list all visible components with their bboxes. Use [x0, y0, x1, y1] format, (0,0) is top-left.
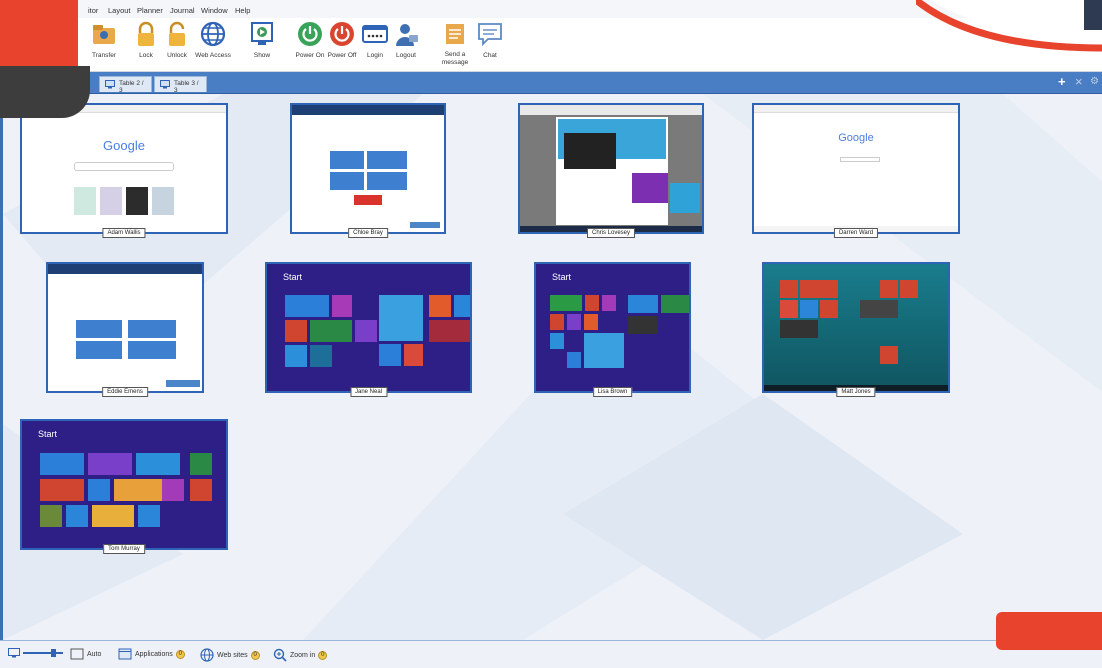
- power-off-icon: [330, 22, 354, 46]
- zoom-count-badge: 0: [318, 650, 328, 660]
- student-thumbnail-darren-ward[interactable]: Google Darren Ward: [752, 103, 960, 238]
- student-name: Matt Jones: [836, 387, 876, 397]
- tab-table-3[interactable]: Table 3 / 3: [154, 76, 207, 94]
- show-screen-icon: [251, 22, 273, 45]
- add-tab-icon[interactable]: +: [1058, 75, 1066, 89]
- globe-icon: [200, 21, 226, 47]
- student-thumbnail-lisa-brown[interactable]: Start Lisa Brown: [534, 262, 691, 397]
- auto-button[interactable]: Auto: [70, 648, 101, 660]
- menu-layout[interactable]: Layout: [108, 6, 131, 15]
- web-access-button[interactable]: Web Access: [193, 20, 233, 60]
- send-message-button[interactable]: Send a message: [435, 20, 475, 67]
- decorative-dark-block: [0, 66, 90, 118]
- login-icon: [362, 25, 388, 43]
- student-name: Lisa Brown: [592, 387, 633, 397]
- student-thumbnail-chris-lovesey[interactable]: Chris Lovesey: [518, 103, 704, 238]
- fit-screen-icon: [70, 648, 84, 660]
- monitor-icon: [105, 80, 115, 89]
- menu-help[interactable]: Help: [235, 6, 250, 15]
- student-name: Eddie Emens: [102, 387, 148, 397]
- student-thumbnail-eddie-emens[interactable]: Eddie Emens: [46, 262, 204, 397]
- message-icon: [446, 24, 464, 44]
- unlock-icon: [169, 21, 185, 46]
- applications-count-badge: 0: [175, 649, 185, 659]
- student-thumbnail-chloe-bray[interactable]: Chloe Bray: [290, 103, 446, 238]
- status-bar: Auto Applications 0 Web sites 0 Zoom in …: [0, 640, 1102, 668]
- student-name: Chloe Bray: [348, 228, 388, 238]
- decorative-red-arc: [916, 0, 1102, 52]
- tab-bar: Table 2 / 3 Table 3 / 3 + × ⚙: [0, 72, 1102, 94]
- student-thumbnail-matt-jones[interactable]: Matt Jones: [762, 262, 950, 397]
- power-on-icon: [298, 22, 322, 46]
- logout-button[interactable]: Logout: [386, 20, 426, 60]
- applications-button[interactable]: Applications 0: [118, 648, 185, 660]
- student-name: Adam Wallis: [102, 228, 146, 238]
- student-thumbnail-tom-murray[interactable]: Start Tom Murray: [20, 419, 228, 554]
- monitor-small-icon: [8, 648, 20, 658]
- applications-icon: [118, 648, 132, 660]
- transfer-button[interactable]: Transfer: [84, 20, 124, 60]
- zoom-in-icon: [273, 648, 287, 662]
- gear-icon[interactable]: ⚙: [1090, 75, 1099, 89]
- websites-count-badge: 0: [250, 650, 260, 660]
- decorative-dark-corner: [1084, 0, 1102, 30]
- student-name: Chris Lovesey: [586, 228, 636, 238]
- websites-button[interactable]: Web sites 0: [200, 648, 260, 662]
- student-thumbnail-jane-neal[interactable]: Start Jane Neal: [265, 262, 472, 397]
- lock-icon: [138, 21, 154, 46]
- student-thumbnail-adam-wallis[interactable]: Google Adam Wallis: [20, 103, 228, 238]
- thumbnail-size-slider[interactable]: [8, 648, 63, 658]
- globe-icon: [200, 648, 214, 662]
- menu-monitor[interactable]: itor: [88, 6, 98, 15]
- decorative-red-tab: [996, 612, 1102, 650]
- tab-table-2[interactable]: Table 2 / 3: [99, 76, 152, 94]
- zoom-in-button[interactable]: Zoom in 0: [273, 648, 328, 662]
- student-name: Darren Ward: [833, 228, 879, 238]
- student-name: Jane Neal: [349, 387, 388, 397]
- menu-window[interactable]: Window: [201, 6, 228, 15]
- folder-transfer-icon: [93, 25, 115, 44]
- chat-button[interactable]: Chat: [470, 20, 510, 60]
- monitor-icon: [160, 80, 170, 89]
- close-tab-icon[interactable]: ×: [1075, 75, 1083, 89]
- decorative-red-block: [0, 0, 78, 66]
- logout-icon: [396, 24, 418, 46]
- chat-icon: [478, 23, 502, 47]
- unlock-button[interactable]: Unlock: [157, 20, 197, 60]
- student-thumbnails-area: Google Adam Wallis Chloe Bray Chris Love…: [0, 94, 1102, 640]
- show-button[interactable]: Show: [242, 20, 282, 60]
- menu-journal[interactable]: Journal: [170, 6, 195, 15]
- student-name: Tom Murray: [103, 544, 145, 554]
- menu-planner[interactable]: Planner: [137, 6, 163, 15]
